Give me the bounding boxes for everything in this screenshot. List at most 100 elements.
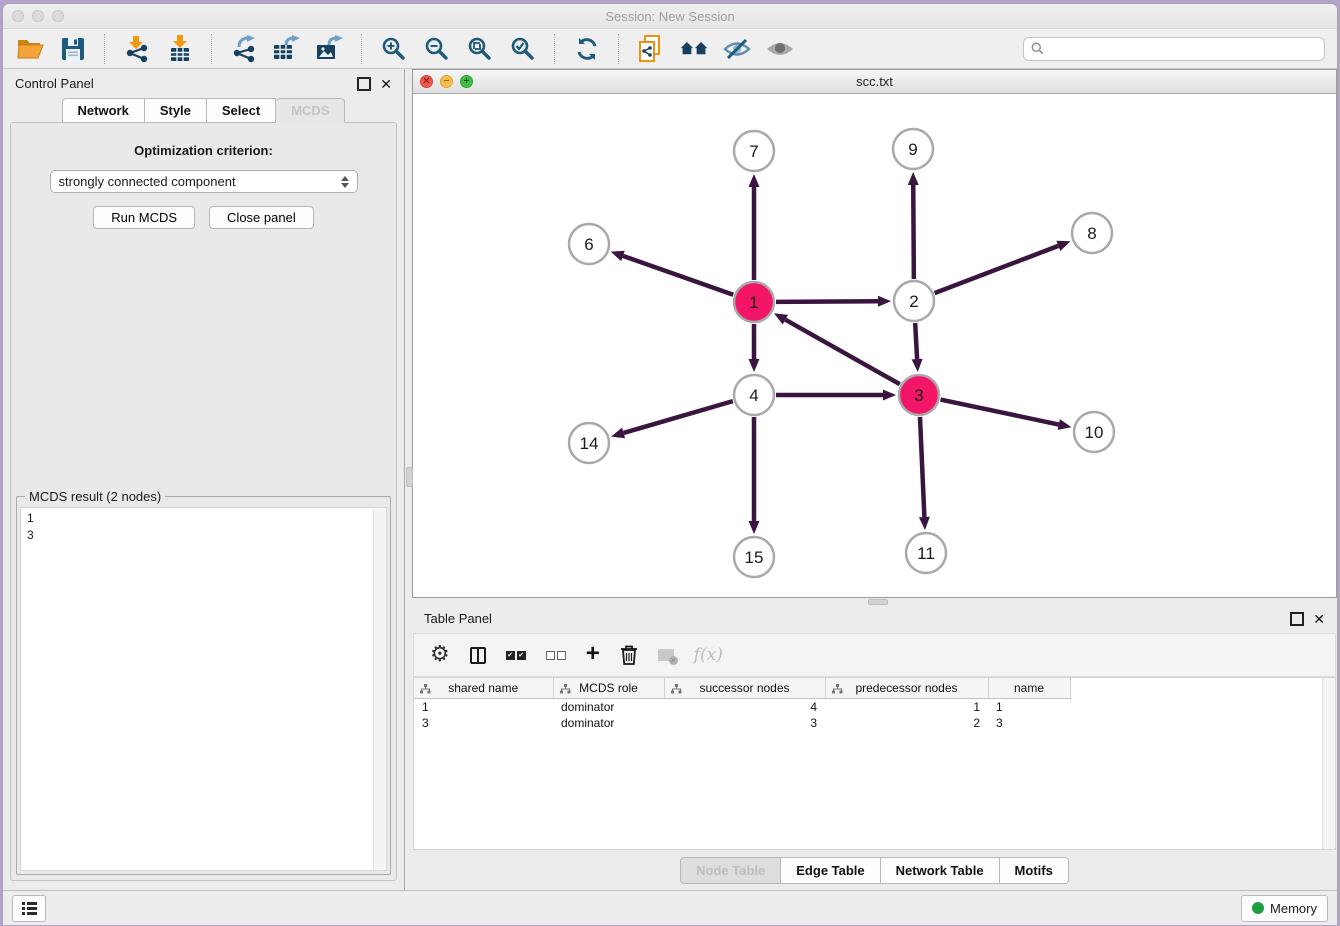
graph-node-label: 8 xyxy=(1087,224,1096,243)
group-icon xyxy=(560,683,571,697)
export-image-icon[interactable] xyxy=(315,34,345,64)
select-stepper-icon xyxy=(341,176,349,188)
panel-splitter-vertical[interactable] xyxy=(404,69,412,890)
zoom-fit-icon[interactable] xyxy=(465,34,495,64)
graph-edge-4-14[interactable] xyxy=(624,401,733,433)
mcds-result-box: MCDS result (2 nodes) 1 3 xyxy=(16,496,391,875)
tab-select[interactable]: Select xyxy=(207,98,276,123)
graph-node-label: 4 xyxy=(749,386,758,405)
import-network-icon[interactable] xyxy=(122,34,152,64)
graph-edge-arrowhead xyxy=(749,521,760,534)
result-line: 3 xyxy=(27,527,380,544)
column-header-mcds-role[interactable]: MCDS role xyxy=(553,678,664,699)
memory-button[interactable]: Memory xyxy=(1241,895,1328,922)
export-table-icon[interactable] xyxy=(272,34,302,64)
close-window-button[interactable] xyxy=(12,10,24,22)
column-header-name[interactable]: name xyxy=(988,678,1070,699)
minimize-window-button[interactable] xyxy=(32,10,44,22)
group-icon xyxy=(832,683,843,697)
tab-style[interactable]: Style xyxy=(145,98,207,123)
zoom-in-icon[interactable] xyxy=(379,34,409,64)
graph-edge-3-1[interactable] xyxy=(785,320,899,385)
column-header-predecessor-nodes[interactable]: predecessor nodes xyxy=(825,678,988,699)
network-close-button[interactable]: ✕ xyxy=(420,75,433,88)
graph-edge-3-11[interactable] xyxy=(920,417,924,517)
control-panel: Control Panel ✕ Network Style Select MCD… xyxy=(3,69,404,890)
memory-label: Memory xyxy=(1270,901,1317,916)
close-panel-button[interactable]: Close panel xyxy=(209,206,314,229)
search-input[interactable] xyxy=(1049,41,1317,57)
tab-network-table[interactable]: Network Table xyxy=(881,857,1000,884)
column-header-successor-nodes[interactable]: successor nodes xyxy=(664,678,825,699)
table-settings-icon[interactable]: ⚙ xyxy=(430,642,450,668)
optimization-criterion-select[interactable]: strongly connected component xyxy=(50,170,358,193)
table-panel: Table Panel ✕ ⚙ ✔✔ + f(x) xyxy=(412,604,1337,890)
search-field[interactable] xyxy=(1023,37,1325,61)
mcds-result-text[interactable]: 1 3 xyxy=(20,507,387,871)
close-panel-icon[interactable]: ✕ xyxy=(1313,614,1325,624)
network-zoom-button[interactable]: + xyxy=(460,75,473,88)
graph-node-label: 10 xyxy=(1085,423,1104,442)
network-minimize-button[interactable]: − xyxy=(440,75,453,88)
tab-motifs[interactable]: Motifs xyxy=(1000,857,1069,884)
graph-edge-arrowhead xyxy=(749,359,760,372)
network-canvas[interactable]: 7968124314101511 xyxy=(413,94,1336,597)
search-icon xyxy=(1031,42,1044,55)
zoom-out-icon[interactable] xyxy=(422,34,452,64)
window-traffic-lights[interactable] xyxy=(12,10,64,22)
refresh-layout-icon[interactable] xyxy=(572,34,602,64)
splitter-grip[interactable] xyxy=(868,599,888,605)
table-scrollbar[interactable] xyxy=(1322,678,1335,849)
zoom-window-button[interactable] xyxy=(52,10,64,22)
table-row[interactable]: 1 dominator 4 1 1 xyxy=(414,699,1070,716)
graph-edge-arrowhead xyxy=(611,251,625,261)
splitter-grip[interactable] xyxy=(406,467,413,487)
float-panel-icon[interactable] xyxy=(1290,612,1304,626)
tab-network[interactable]: Network xyxy=(62,98,145,123)
delete-column-icon[interactable] xyxy=(620,642,638,668)
show-all-icon[interactable] xyxy=(765,34,795,64)
show-column-icon[interactable] xyxy=(470,642,486,668)
graph-node-label: 6 xyxy=(584,235,593,254)
network-view-window: ✕ − + scc.txt 7968124314101511 xyxy=(412,69,1337,598)
column-header-shared-name[interactable]: shared name xyxy=(414,678,553,699)
panel-splitter-horizontal[interactable] xyxy=(412,598,1337,604)
graph-edge-3-10[interactable] xyxy=(941,400,1059,425)
network-graph[interactable]: 7968124314101511 xyxy=(413,94,1336,597)
zoom-selected-icon[interactable] xyxy=(508,34,538,64)
window-title: Session: New Session xyxy=(605,9,734,24)
graph-edge-1-6[interactable] xyxy=(623,256,733,295)
table-row[interactable]: 3 dominator 3 2 3 xyxy=(414,715,1070,731)
export-network-icon[interactable] xyxy=(229,34,259,64)
network-window-titlebar[interactable]: ✕ − + scc.txt xyxy=(413,70,1336,94)
graph-edge-2-9[interactable] xyxy=(913,185,914,279)
import-table-icon[interactable] xyxy=(165,34,195,64)
graph-edge-2-8[interactable] xyxy=(935,246,1059,293)
first-neighbors-icon[interactable] xyxy=(679,34,709,64)
toolbar-separator xyxy=(104,34,106,64)
graph-edge-2-3[interactable] xyxy=(915,323,917,359)
tab-node-table[interactable]: Node Table xyxy=(680,857,781,884)
delete-table-icon xyxy=(658,642,674,668)
unselect-all-columns-icon[interactable] xyxy=(546,642,566,668)
float-panel-icon[interactable] xyxy=(357,77,371,91)
toolbar-separator xyxy=(554,34,556,64)
duplicate-network-icon[interactable] xyxy=(636,34,666,64)
select-all-columns-icon[interactable]: ✔✔ xyxy=(506,642,526,668)
toolbar-separator xyxy=(618,34,620,64)
open-session-icon[interactable] xyxy=(15,34,45,64)
close-panel-icon[interactable]: ✕ xyxy=(380,79,392,89)
graph-edge-arrowhead xyxy=(611,428,625,439)
tab-edge-table[interactable]: Edge Table xyxy=(781,857,880,884)
graph-edge-1-2[interactable] xyxy=(776,301,878,302)
result-scrollbar[interactable] xyxy=(373,509,385,869)
hide-selected-icon[interactable] xyxy=(722,34,752,64)
save-session-icon[interactable] xyxy=(58,34,88,64)
task-history-button[interactable] xyxy=(12,895,46,922)
add-column-icon[interactable]: + xyxy=(586,641,600,667)
table-panel-title: Table Panel xyxy=(424,611,1290,626)
table-header-row[interactable]: shared name MCDS role successor nodes pr… xyxy=(414,678,1070,699)
run-mcds-button[interactable]: Run MCDS xyxy=(93,206,195,229)
mcds-panel: Optimization criterion: strongly connect… xyxy=(10,122,397,881)
tab-mcds[interactable]: MCDS xyxy=(276,98,345,123)
